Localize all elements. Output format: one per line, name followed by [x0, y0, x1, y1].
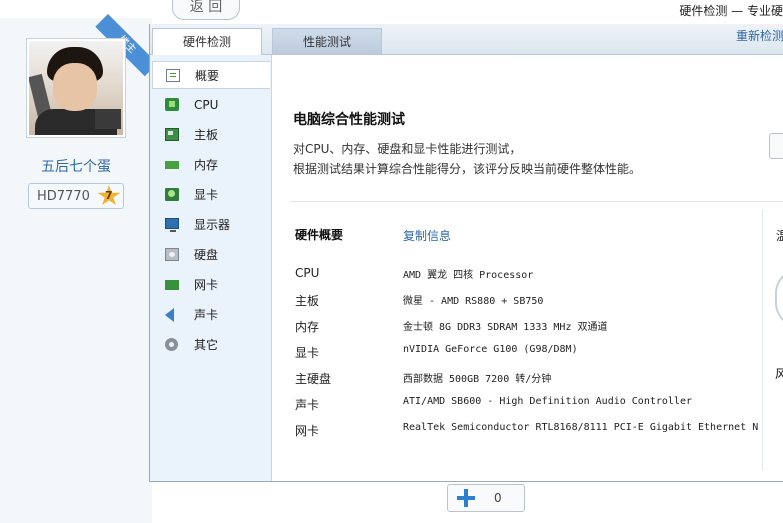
sidebar-item-network-card[interactable]: 网卡	[152, 271, 270, 299]
profile-top-strip	[0, 0, 152, 18]
profile-panel: 楼主 五后七个蛋 HD7770 7	[0, 0, 158, 523]
sidebar-item-other[interactable]: 其它	[152, 331, 270, 359]
monitor-icon	[165, 218, 179, 232]
sidebar-item-label: 其它	[194, 338, 219, 352]
hardware-key: 内存	[295, 320, 320, 334]
hardware-key: CPU	[295, 266, 320, 280]
graphics-card-icon	[165, 188, 179, 201]
sidebar-item-label: 概要	[195, 69, 220, 83]
back-button-label: 返 回	[189, 0, 223, 15]
tab-performance-test[interactable]: 性能测试	[272, 28, 382, 54]
hardware-key: 主硬盘	[295, 372, 332, 386]
sidebar-item-label: 主板	[194, 128, 219, 142]
avatar[interactable]	[26, 38, 126, 138]
avatar-image	[29, 41, 123, 135]
hardware-key: 声卡	[295, 398, 320, 412]
badge-level: 7	[105, 189, 113, 202]
badge-gpu-label: HD7770	[37, 189, 90, 204]
sidebar-item-hard-disk[interactable]: 硬盘	[152, 241, 270, 269]
hardware-value: nVIDIA GeForce G100 (G98/D8M)	[403, 344, 578, 355]
hardware-row: CPU AMD 翼龙 四核 Processor	[295, 266, 765, 282]
speaker-icon	[165, 308, 174, 322]
hardware-row: 主硬盘 西部数据 500GB 7200 转/分钟	[295, 370, 765, 386]
hardware-value: 西部数据 500GB 7200 转/分钟	[403, 374, 552, 385]
sidebar-nav: 概要 CPU 主板 内存 显卡 显示器 硬盘 网卡 声卡 其它	[150, 55, 272, 481]
section-title: 硬件概要	[295, 228, 344, 242]
hardware-row: 主板 微星 - AMD RS880 + SB750	[295, 292, 765, 308]
hardware-value: 金士顿 8G DDR3 SDRAM 1333 MHz 双通道	[403, 322, 608, 333]
divider	[290, 201, 783, 202]
hardware-row: 显卡 nVIDIA GeForce G100 (G98/D8M)	[295, 344, 765, 360]
top-bar: 返 回 硬件检测 — 专业硬	[152, 0, 783, 24]
sidebar-item-label: 显示器	[194, 218, 231, 232]
avatar-face	[53, 63, 97, 111]
hard-disk-icon	[165, 248, 179, 261]
sidebar-item-label: 硬盘	[194, 248, 219, 262]
retest-link[interactable]: 重新检测	[736, 27, 783, 44]
temperature-gauge	[775, 269, 783, 327]
side-divider	[762, 210, 763, 470]
network-card-icon	[165, 280, 179, 290]
username[interactable]: 五后七个蛋	[0, 156, 152, 176]
description-line-1: 对CPU、内存、硬盘和显卡性能进行测试，	[293, 142, 522, 156]
start-test-button[interactable]	[769, 133, 783, 159]
add-button[interactable]: 0	[447, 484, 525, 512]
hardware-value: 微星 - AMD RS880 + SB750	[403, 296, 544, 307]
sidebar-item-monitor[interactable]: 显示器	[152, 211, 270, 239]
description-line-2: 根据测试结果计算综合性能得分，该评分反映当前硬件整体性能。	[293, 162, 642, 176]
sidebar-item-sound-card[interactable]: 声卡	[152, 301, 270, 329]
sidebar-item-label: 声卡	[194, 308, 219, 322]
hardware-row: 网卡 RealTek Semiconductor RTL8168/8111 PC…	[295, 422, 765, 438]
hardware-key: 显卡	[295, 346, 320, 360]
hardware-key: 主板	[295, 294, 320, 308]
sidebar-item-cpu[interactable]: CPU	[152, 91, 270, 119]
tab-bar: 硬件检测 性能测试 重新检测	[150, 24, 783, 55]
sidebar-item-graphics[interactable]: 显卡	[152, 181, 270, 209]
hardware-value: RealTek Semiconductor RTL8168/8111 PCI-E…	[403, 422, 758, 433]
gear-icon	[165, 338, 178, 351]
avatar-logo	[95, 109, 121, 129]
plus-icon	[457, 489, 475, 507]
hardware-value: ATI/AMD SB600 - High Definition Audio Co…	[403, 396, 692, 407]
overview-content: 电脑综合性能测试 对CPU、内存、硬盘和显卡性能进行测试， 根据测试结果计算综合…	[272, 55, 783, 481]
sidebar-item-label: 内存	[194, 158, 219, 172]
back-button[interactable]: 返 回	[172, 0, 240, 20]
sidebar-item-label: CPU	[194, 98, 219, 112]
copy-info-link[interactable]: 复制信息	[403, 227, 451, 244]
sidebar-item-label: 显卡	[194, 188, 219, 202]
hardware-window: 硬件检测 性能测试 重新检测 概要 CPU 主板 内存 显卡 显示器 硬盘 网卡…	[149, 24, 783, 482]
cpu-icon	[165, 98, 179, 111]
window-title: 硬件检测 — 专业硬	[679, 4, 783, 18]
hardware-row: 内存 金士顿 8G DDR3 SDRAM 1333 MHz 双通道	[295, 318, 765, 334]
hardware-value: AMD 翼龙 四核 Processor	[403, 270, 534, 281]
side-panel-label: 风	[775, 367, 783, 381]
tab-hardware-detection[interactable]: 硬件检测	[152, 28, 262, 55]
motherboard-icon	[165, 128, 179, 141]
add-count: 0	[494, 491, 502, 505]
hardware-row: 声卡 ATI/AMD SB600 - High Definition Audio…	[295, 396, 765, 412]
user-badge[interactable]: HD7770 7	[28, 183, 124, 209]
sidebar-item-memory[interactable]: 内存	[152, 151, 270, 179]
sidebar-item-overview[interactable]: 概要	[152, 61, 270, 89]
page-title: 电脑综合性能测试	[293, 112, 405, 128]
memory-icon	[165, 161, 179, 169]
sidebar-item-label: 网卡	[194, 278, 219, 292]
side-panel-title: 温	[776, 229, 783, 243]
sidebar-item-motherboard[interactable]: 主板	[152, 121, 270, 149]
hardware-key: 网卡	[295, 424, 320, 438]
overview-icon	[166, 69, 180, 82]
